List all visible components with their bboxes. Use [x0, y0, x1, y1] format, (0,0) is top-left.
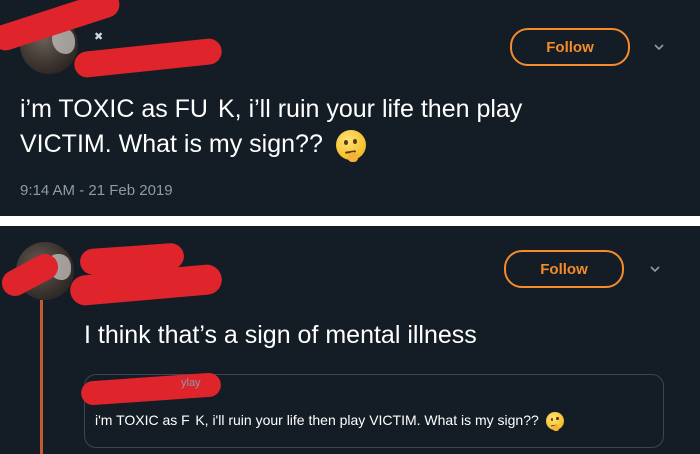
thread-line: [40, 300, 43, 454]
tweet-text-line-2: VICTIM. What is my sign??: [20, 130, 323, 158]
chevron-down-icon[interactable]: [650, 264, 660, 274]
tweet-text-line-1: i’m TOXIC as FU K, i’ll ruin your life t…: [20, 95, 523, 123]
quoted-text: i'm TOXIC as F K, i'll ruin your life th…: [95, 412, 564, 431]
redaction-mark: [73, 37, 223, 79]
reply-tweet: Follow I think that’s a sign of mental i…: [0, 226, 700, 454]
chevron-down-icon[interactable]: [654, 42, 664, 52]
reply-text: I think that’s a sign of mental illness: [84, 321, 477, 349]
thinking-face-emoji: [335, 130, 366, 162]
verified-badge-icon: ✖: [94, 31, 104, 43]
thinking-face-emoji: [545, 412, 564, 431]
tweet-text: i’m TOXIC as FU K, i’ll ruin your life t…: [20, 92, 522, 162]
follow-button[interactable]: Follow: [504, 250, 624, 288]
original-tweet: ✖ Follow i’m TOXIC as FU K, i’ll ruin yo…: [0, 0, 700, 216]
quoted-text-body: i'm TOXIC as F K, i'll ruin your life th…: [95, 412, 539, 428]
follow-button[interactable]: Follow: [510, 28, 630, 66]
quoted-tweet[interactable]: ylay i'm TOXIC as F K, i'll ruin your li…: [80, 372, 664, 448]
quoted-handle: ylay: [181, 377, 201, 389]
timestamp[interactable]: 9:14 AM - 21 Feb 2019: [20, 182, 173, 199]
